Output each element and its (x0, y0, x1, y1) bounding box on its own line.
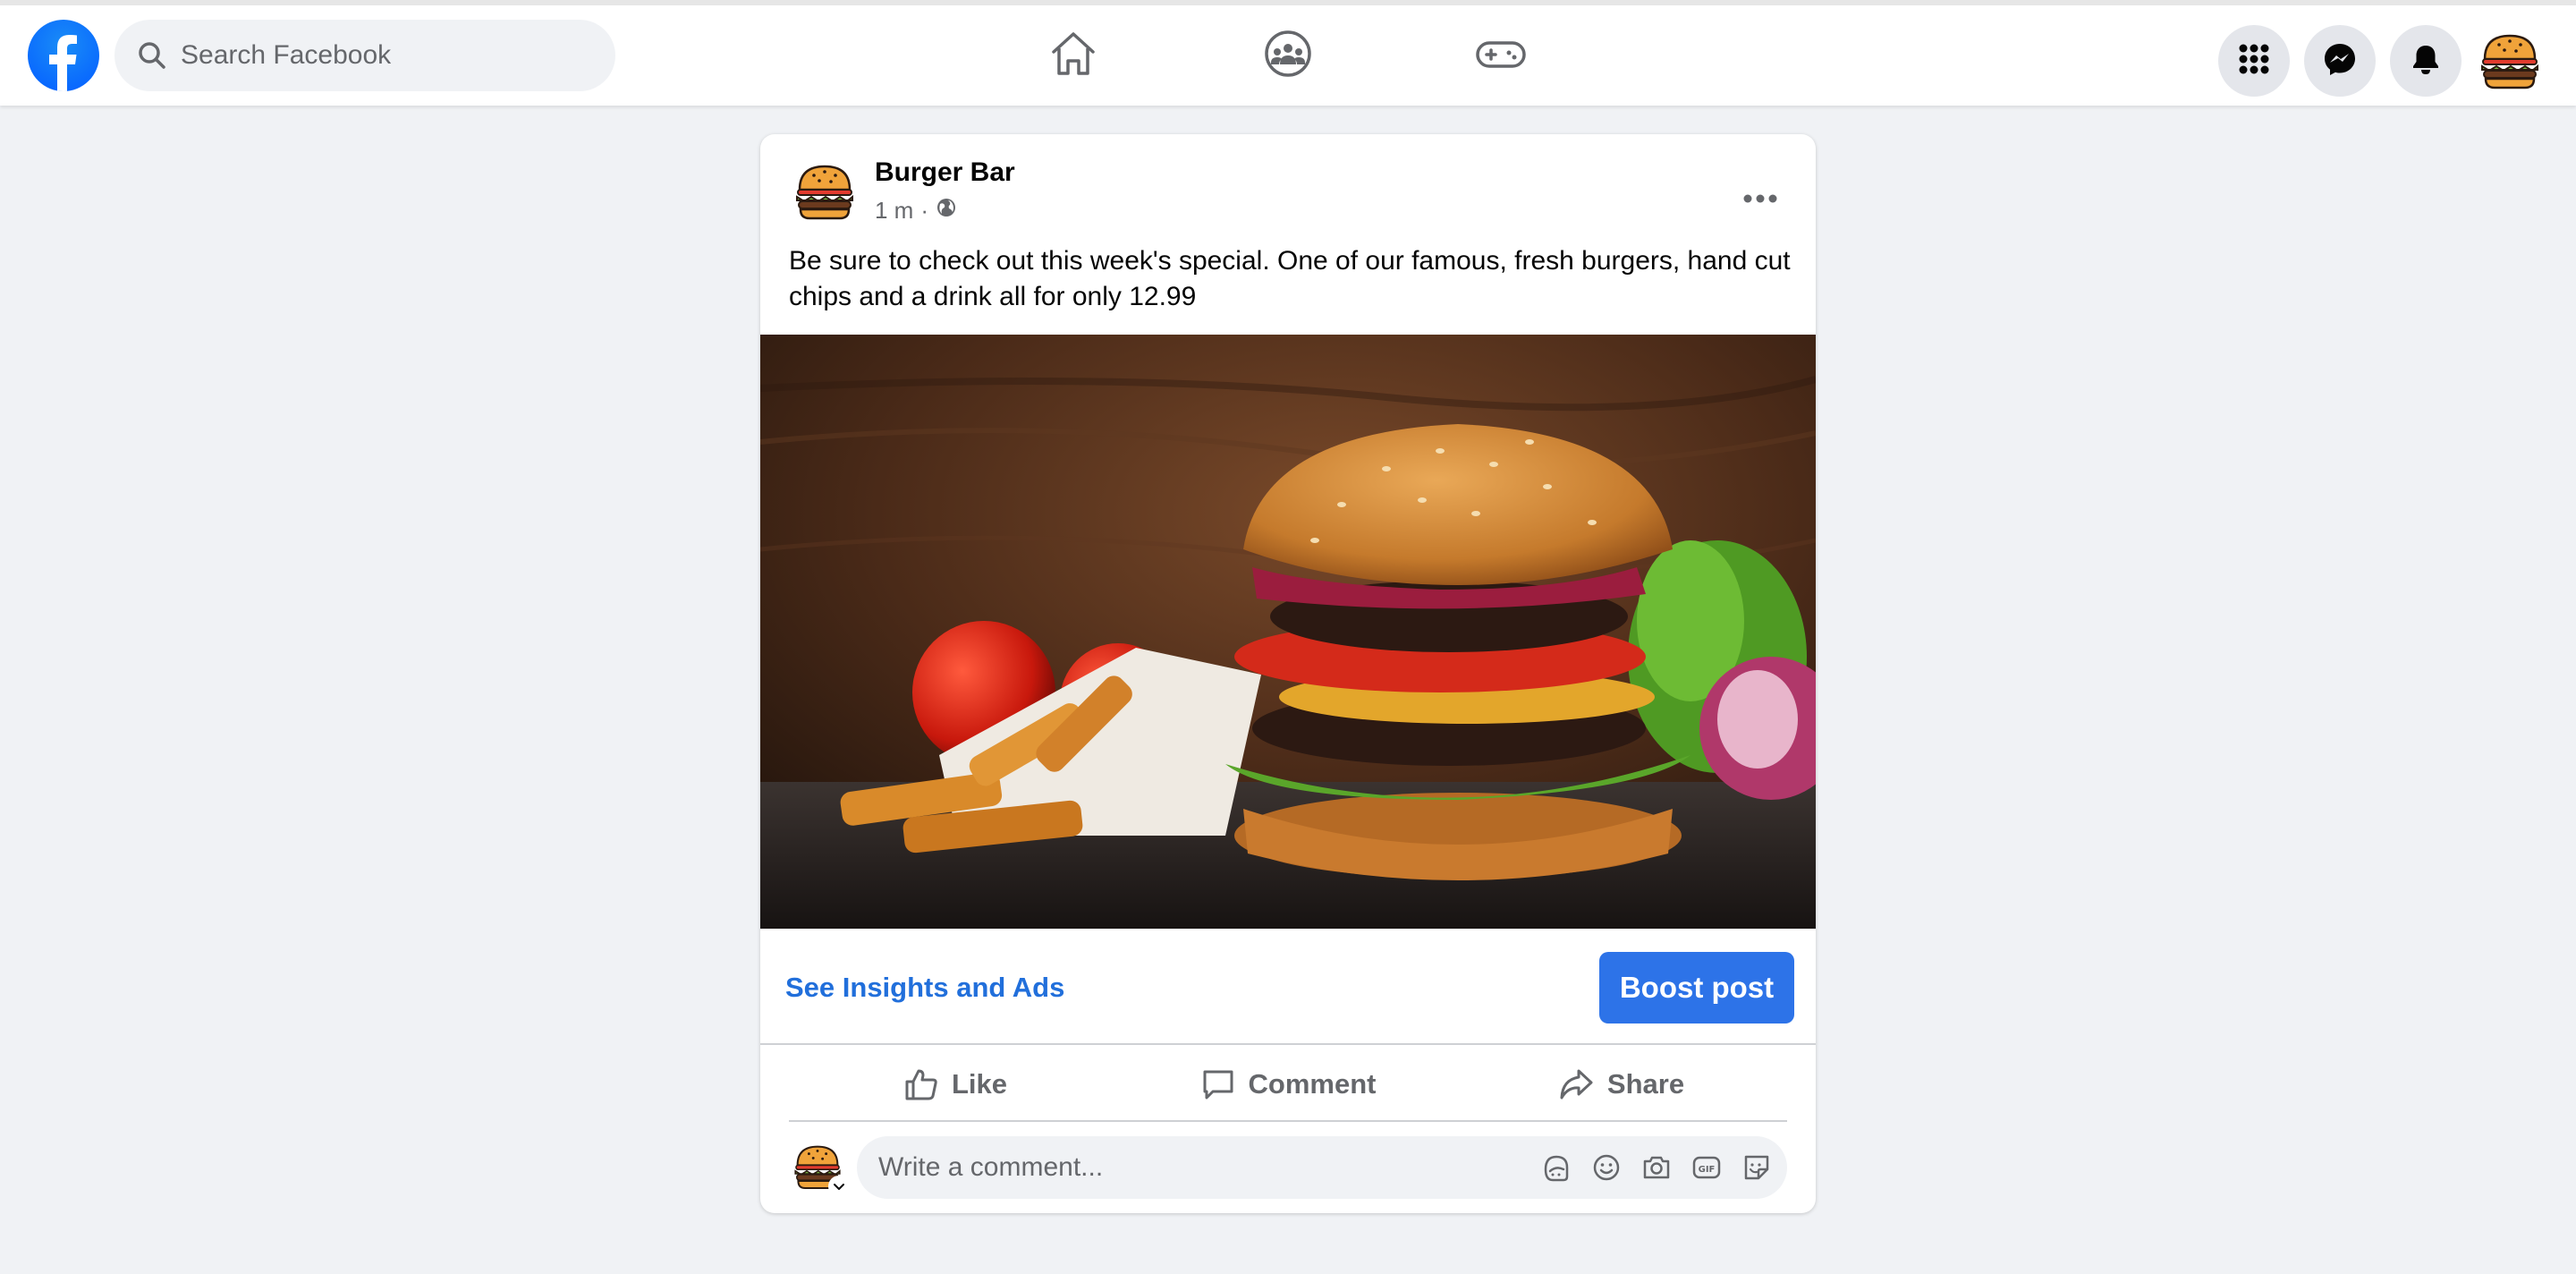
facebook-logo-icon[interactable] (28, 20, 99, 91)
comment-input[interactable] (878, 1136, 1504, 1199)
messenger-icon (2322, 41, 2358, 81)
nav-tab-gaming[interactable] (1447, 5, 1555, 106)
search-icon (136, 39, 168, 72)
post-actions-bar: Like Comment Share (789, 1047, 1787, 1122)
menu-grid-icon (2236, 41, 2272, 81)
sticker-icon[interactable] (1737, 1148, 1776, 1187)
nav-tab-groups[interactable] (1234, 5, 1342, 106)
notifications-button[interactable] (2390, 25, 2462, 97)
messenger-button[interactable] (2304, 25, 2376, 97)
notifications-bell-icon (2408, 41, 2444, 81)
like-label: Like (951, 1068, 1008, 1100)
post-meta: 1 m · (875, 197, 957, 225)
menu-button[interactable] (2218, 25, 2290, 97)
divider (789, 1120, 1787, 1122)
post-photo-burger-and-chips[interactable] (760, 335, 1816, 929)
comment-tools: GIF (1526, 1148, 1776, 1187)
share-label: Share (1606, 1068, 1685, 1100)
globe-icon[interactable] (936, 197, 957, 225)
post-text: Be sure to check out this week's special… (789, 246, 1791, 311)
home-icon (1048, 29, 1098, 83)
more-horizontal-icon (1742, 192, 1778, 208)
gaming-icon (1474, 29, 1528, 83)
post-author-name[interactable]: Burger Bar (875, 157, 1015, 188)
comment-label: Comment (1248, 1068, 1377, 1100)
meta-separator: · (920, 197, 929, 224)
gif-icon[interactable]: GIF (1687, 1148, 1726, 1187)
groups-icon (1263, 29, 1313, 83)
post-author-avatar[interactable] (789, 156, 860, 227)
post-options-button[interactable] (1733, 174, 1787, 227)
search-input[interactable] (181, 40, 592, 71)
share-button[interactable]: Share (1454, 1047, 1787, 1122)
comment-button[interactable]: Comment (1122, 1047, 1454, 1122)
emoji-icon[interactable] (1587, 1148, 1626, 1187)
like-button[interactable]: Like (789, 1047, 1122, 1122)
feed-post: Burger Bar 1 m · Be sure to check out th… (760, 134, 1816, 1213)
boost-post-button[interactable]: Boost post (1599, 952, 1794, 1023)
divider (760, 1043, 1816, 1045)
camera-icon[interactable] (1637, 1148, 1676, 1187)
nav-tab-home[interactable] (1020, 5, 1127, 106)
search-bar[interactable] (114, 20, 615, 91)
profile-avatar[interactable] (2474, 25, 2546, 97)
see-insights-link[interactable]: See Insights and Ads (785, 972, 1064, 1004)
thumbs-up-icon (905, 1069, 937, 1100)
svg-text:GIF: GIF (1699, 1165, 1716, 1175)
share-arrow-icon (1560, 1069, 1593, 1100)
comment-bubble-icon (1203, 1070, 1233, 1100)
comment-box[interactable]: GIF (857, 1136, 1787, 1199)
chevron-down-icon[interactable] (828, 1176, 850, 1197)
avatar-sticker-icon[interactable] (1537, 1148, 1576, 1187)
post-timestamp[interactable]: 1 m (875, 197, 913, 225)
top-navigation-bar (0, 0, 2576, 106)
